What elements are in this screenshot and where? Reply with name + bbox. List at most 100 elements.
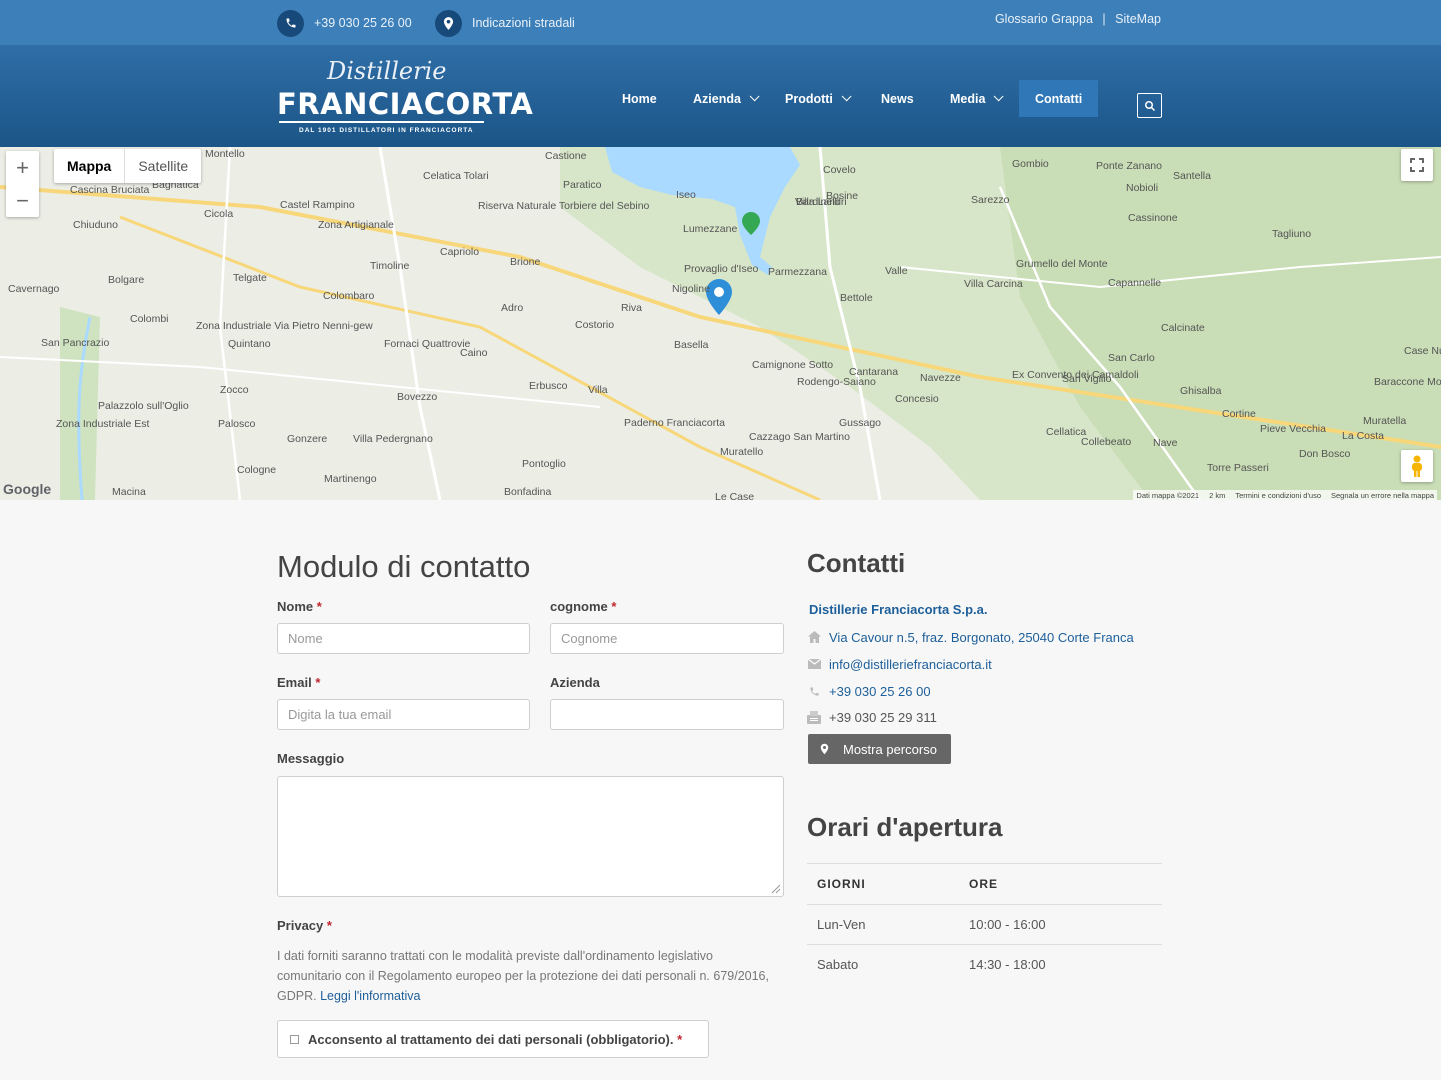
map-pin-icon xyxy=(435,9,462,37)
site-logo[interactable]: Distillerie FRANCIACORTA DAL 1901 DISTIL… xyxy=(277,57,533,139)
search-button[interactable] xyxy=(1137,93,1162,118)
map-place-label: Palosco xyxy=(218,418,256,430)
chevron-down-icon xyxy=(749,91,760,102)
nav-media[interactable]: Media xyxy=(950,80,1005,117)
fullscreen-button[interactable] xyxy=(1401,149,1433,181)
top-directions-link[interactable]: Indicazioni stradali xyxy=(435,9,575,37)
email-row: info@distilleriefranciacorta.it xyxy=(807,655,992,673)
zoom-out-button[interactable]: − xyxy=(6,184,39,217)
map-place-label: Muratello xyxy=(720,446,764,458)
hours-title: Orari d'apertura xyxy=(807,812,1003,842)
nome-input[interactable]: Nome xyxy=(277,623,530,654)
map-marker-icon xyxy=(820,743,829,755)
map-place-label: Bardinelli xyxy=(796,196,840,208)
map-place-label: Pontoglio xyxy=(522,458,566,470)
map-place-label: Nigoline xyxy=(672,283,710,295)
search-icon xyxy=(1144,100,1155,111)
show-route-label: Mostra percorso xyxy=(843,741,937,757)
phone-link[interactable]: +39 030 25 26 00 xyxy=(829,684,931,699)
zoom-in-button[interactable]: + xyxy=(6,151,39,184)
map-place-label: Calcinate xyxy=(1161,322,1205,334)
map-type-satellite[interactable]: Satellite xyxy=(125,149,201,183)
map-place-label: Basella xyxy=(674,339,709,351)
nav-home[interactable]: Home xyxy=(622,80,657,117)
map-place-label: Colombi xyxy=(130,313,169,325)
map-place-label: Cassinone xyxy=(1128,212,1178,224)
fax-text: +39 030 25 29 311 xyxy=(829,709,937,725)
map-place-label: Valle xyxy=(885,265,908,277)
nav-news[interactable]: News xyxy=(881,80,914,117)
map-place-label: Adro xyxy=(501,302,524,314)
top-phone-link[interactable]: +39 030 25 26 00 xyxy=(277,9,412,37)
map-place-label: Grumello del Monte xyxy=(1016,258,1108,270)
map-place-label: Fornaci Quattrovie xyxy=(384,338,471,350)
nav-azienda[interactable]: Azienda xyxy=(693,80,760,117)
map-place-label: Nave xyxy=(1153,437,1178,449)
envelope-icon xyxy=(807,657,821,671)
map-place-label: Pieve Vecchia xyxy=(1260,423,1326,435)
map-place-label: Paratico xyxy=(563,179,602,191)
chevron-down-icon xyxy=(841,91,852,102)
privacy-label-text: Privacy xyxy=(277,918,324,933)
azienda-input[interactable] xyxy=(550,699,784,730)
address-link[interactable]: Via Cavour n.5, fraz. Borgonato, 25040 C… xyxy=(829,630,1134,645)
resize-handle-icon[interactable] xyxy=(771,884,781,894)
hours-col-days: GIORNI xyxy=(807,863,959,905)
opening-hours-table: GIORNI ORE Lun-Ven 10:00 - 16:00 Sabato … xyxy=(807,863,1162,985)
pegman-icon xyxy=(1412,455,1422,477)
map-place-label: Rodengo-Saiano xyxy=(797,376,876,388)
map-place-label: Gussago xyxy=(839,417,882,429)
map-type-mappa[interactable]: Mappa xyxy=(54,149,126,183)
map-place-label: Chiuduno xyxy=(73,219,118,231)
map-place-label: Torre Passeri xyxy=(1207,462,1269,474)
map-place-label: Paderno Franciacorta xyxy=(624,417,725,429)
messaggio-textarea[interactable] xyxy=(277,776,784,897)
map-place-label: Case Nuove xyxy=(1404,345,1441,357)
map-place-label: Costorio xyxy=(575,319,615,331)
hours-day: Sabato xyxy=(807,944,959,985)
map-place-label: Bettole xyxy=(840,292,873,304)
phone-icon xyxy=(807,684,821,698)
glossary-link[interactable]: Glossario Grappa xyxy=(995,12,1093,26)
privacy-policy-link[interactable]: Leggi l'informativa xyxy=(320,989,420,1003)
address-row: Via Cavour n.5, fraz. Borgonato, 25040 C… xyxy=(807,628,1134,646)
table-row: Lun-Ven 10:00 - 16:00 xyxy=(807,904,1162,945)
map-terms-link[interactable]: Termini e condizioni d'uso xyxy=(1235,491,1321,500)
top-directions-text: Indicazioni stradali xyxy=(472,16,575,30)
map-place-label: Muratella xyxy=(1363,415,1407,427)
nav-contatti-label: Contatti xyxy=(1035,91,1083,106)
map-place-label: Capriolo xyxy=(440,246,480,258)
map-place-label: Parmezzana xyxy=(768,266,827,278)
map-scale: 2 km xyxy=(1209,491,1226,500)
map-zoom-controls: + − xyxy=(6,151,39,217)
map-place-label: Bolgare xyxy=(108,274,145,286)
map-place-label: Tagliuno xyxy=(1272,228,1312,240)
cognome-label: cognome * xyxy=(550,599,616,614)
email-label-text: Email xyxy=(277,675,312,690)
required-mark: * xyxy=(326,918,332,933)
nav-prodotti[interactable]: Prodotti xyxy=(785,80,852,117)
logo-main: FRANCIACORTA xyxy=(277,87,534,121)
messaggio-label: Messaggio xyxy=(277,751,345,766)
nav-contatti[interactable]: Contatti xyxy=(1019,80,1099,117)
consent-checkbox-row[interactable]: Acconsento al trattamento dei dati perso… xyxy=(277,1020,709,1058)
consent-checkbox[interactable] xyxy=(290,1034,299,1044)
email-link[interactable]: info@distilleriefranciacorta.it xyxy=(829,657,992,672)
google-map[interactable]: Montello Castione Gombio Ponte Zanano Santel… xyxy=(0,147,1441,500)
map-place-label: Telgate xyxy=(233,272,267,284)
azienda-label: Azienda xyxy=(550,675,600,690)
map-report-link[interactable]: Segnala un errore nella mappa xyxy=(1331,491,1434,500)
email-input[interactable]: Digita la tua email xyxy=(277,699,530,730)
sitemap-link[interactable]: SiteMap xyxy=(1115,12,1161,26)
map-place-label: Cazzago San Martino xyxy=(749,431,850,443)
street-view-button[interactable] xyxy=(1401,450,1433,482)
map-place-label: Castel Rampino xyxy=(280,199,355,211)
map-place-label: Camignone Sotto xyxy=(752,359,834,371)
top-bar: +39 030 25 26 00 Indicazioni stradali Gl… xyxy=(0,0,1441,45)
cognome-input[interactable]: Cognome xyxy=(550,623,784,654)
table-row: Sabato 14:30 - 18:00 xyxy=(807,944,1162,985)
map-place-label: Nobioli xyxy=(1126,182,1159,194)
top-links-separator: | xyxy=(1102,12,1106,26)
show-route-button[interactable]: Mostra percorso xyxy=(808,734,951,764)
nome-placeholder: Nome xyxy=(288,631,323,646)
